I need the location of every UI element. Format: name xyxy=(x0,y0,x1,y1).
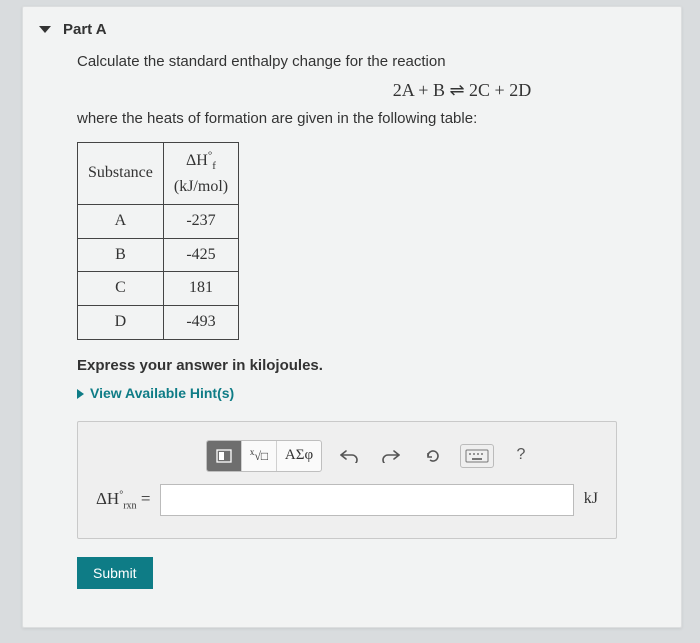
part-label: Part A xyxy=(63,21,107,38)
answer-instruction: Express your answer in kilojoules. xyxy=(77,354,647,377)
answer-lhs: ΔH°rxn = xyxy=(96,486,150,514)
greek-button[interactable]: ΑΣφ xyxy=(277,441,321,471)
reaction-equation: 2A + B ⇌ 2C + 2D xyxy=(277,77,647,105)
chevron-right-icon xyxy=(77,389,84,399)
equation-toolbar: x√□ ΑΣφ ? xyxy=(206,440,598,472)
table-row: C181 xyxy=(78,272,239,306)
undo-button[interactable] xyxy=(334,441,364,471)
collapse-icon[interactable] xyxy=(39,26,51,33)
answer-panel: x√□ ΑΣφ ? ΔH°rxn = xyxy=(77,421,617,539)
redo-button[interactable] xyxy=(376,441,406,471)
answer-unit: kJ xyxy=(584,487,598,512)
view-hints-button[interactable]: View Available Hint(s) xyxy=(77,383,647,405)
col-hf: ΔH°f (kJ/mol) xyxy=(163,143,238,204)
table-row: A-237 xyxy=(78,204,239,238)
reset-button[interactable] xyxy=(418,441,448,471)
formation-table: Substance ΔH°f (kJ/mol) A-237 B-425 C181… xyxy=(77,142,239,340)
prompt-line1: Calculate the standard enthalpy change f… xyxy=(77,50,647,73)
submit-button[interactable]: Submit xyxy=(77,557,153,589)
hints-label: View Available Hint(s) xyxy=(90,383,234,405)
keyboard-button[interactable] xyxy=(460,444,494,468)
help-button[interactable]: ? xyxy=(506,441,536,471)
answer-input[interactable] xyxy=(160,484,573,516)
col-substance: Substance xyxy=(78,143,164,204)
prompt-line2: where the heats of formation are given i… xyxy=(77,107,647,130)
table-row: D-493 xyxy=(78,306,239,340)
table-row: B-425 xyxy=(78,238,239,272)
template-button[interactable] xyxy=(207,441,242,471)
nth-root-button[interactable]: x√□ xyxy=(242,441,277,471)
